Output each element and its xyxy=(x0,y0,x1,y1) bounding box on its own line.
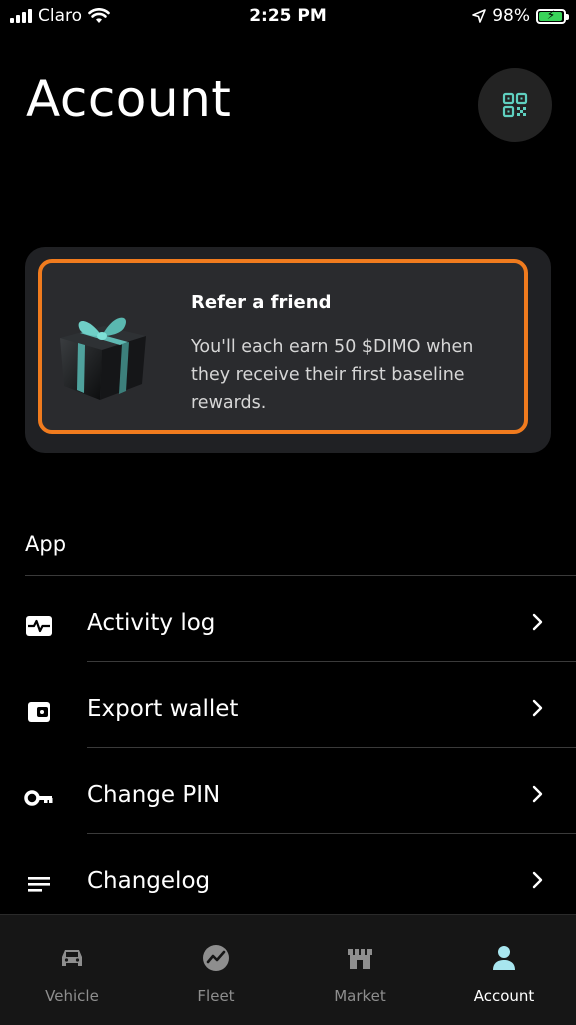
person-icon xyxy=(493,946,515,970)
qr-code-button[interactable] xyxy=(478,68,552,142)
battery-icon: ⚡ xyxy=(536,7,569,24)
row-divider xyxy=(87,833,576,834)
section-divider xyxy=(25,575,576,576)
chevron-right-icon xyxy=(532,699,543,717)
chart-icon xyxy=(203,945,229,971)
chevron-right-icon xyxy=(532,871,543,889)
activity-icon xyxy=(24,612,54,640)
row-divider xyxy=(87,747,576,748)
refer-description: You'll each earn 50 $DIMO when they rece… xyxy=(191,337,474,413)
change-pin-row[interactable]: Change PIN xyxy=(0,754,576,840)
export-wallet-label: Export wallet xyxy=(87,696,239,722)
qr-code-icon xyxy=(502,92,528,118)
page-title: Account xyxy=(26,70,232,128)
tab-account-label: Account xyxy=(473,987,535,1005)
activity-log-row[interactable]: Activity log xyxy=(0,582,576,668)
wallet-icon xyxy=(24,698,54,726)
charging-bolt-icon: ⚡ xyxy=(546,7,556,22)
tab-fleet[interactable]: Fleet xyxy=(144,915,288,1025)
store-icon xyxy=(348,949,372,969)
export-wallet-row[interactable]: Export wallet xyxy=(0,668,576,754)
tab-account[interactable]: Account xyxy=(432,915,576,1025)
activity-log-label: Activity log xyxy=(87,610,216,636)
changelog-label: Changelog xyxy=(87,868,211,894)
section-title-app: App xyxy=(25,532,67,556)
tab-fleet-label: Fleet xyxy=(197,987,235,1005)
status-right: 98% ⚡ xyxy=(472,6,569,26)
tab-market-label: Market xyxy=(334,987,386,1005)
car-icon xyxy=(62,950,82,966)
refer-title: Refer a friend xyxy=(191,292,332,313)
tab-vehicle[interactable]: Vehicle xyxy=(0,915,144,1025)
key-icon xyxy=(24,784,54,812)
battery-percent: 98% xyxy=(492,6,530,26)
row-divider xyxy=(87,661,576,662)
chevron-right-icon xyxy=(532,613,543,631)
status-bar: Claro 2:25 PM 98% ⚡ xyxy=(0,0,576,34)
tab-market[interactable]: Market xyxy=(288,915,432,1025)
location-arrow-icon xyxy=(472,9,487,23)
list-icon xyxy=(24,870,54,898)
tab-bar: Vehicle Fleet Market Account xyxy=(0,914,576,1025)
gift-icon xyxy=(60,317,146,400)
tab-vehicle-label: Vehicle xyxy=(45,987,99,1005)
chevron-right-icon xyxy=(532,785,543,803)
change-pin-label: Change PIN xyxy=(87,782,221,808)
